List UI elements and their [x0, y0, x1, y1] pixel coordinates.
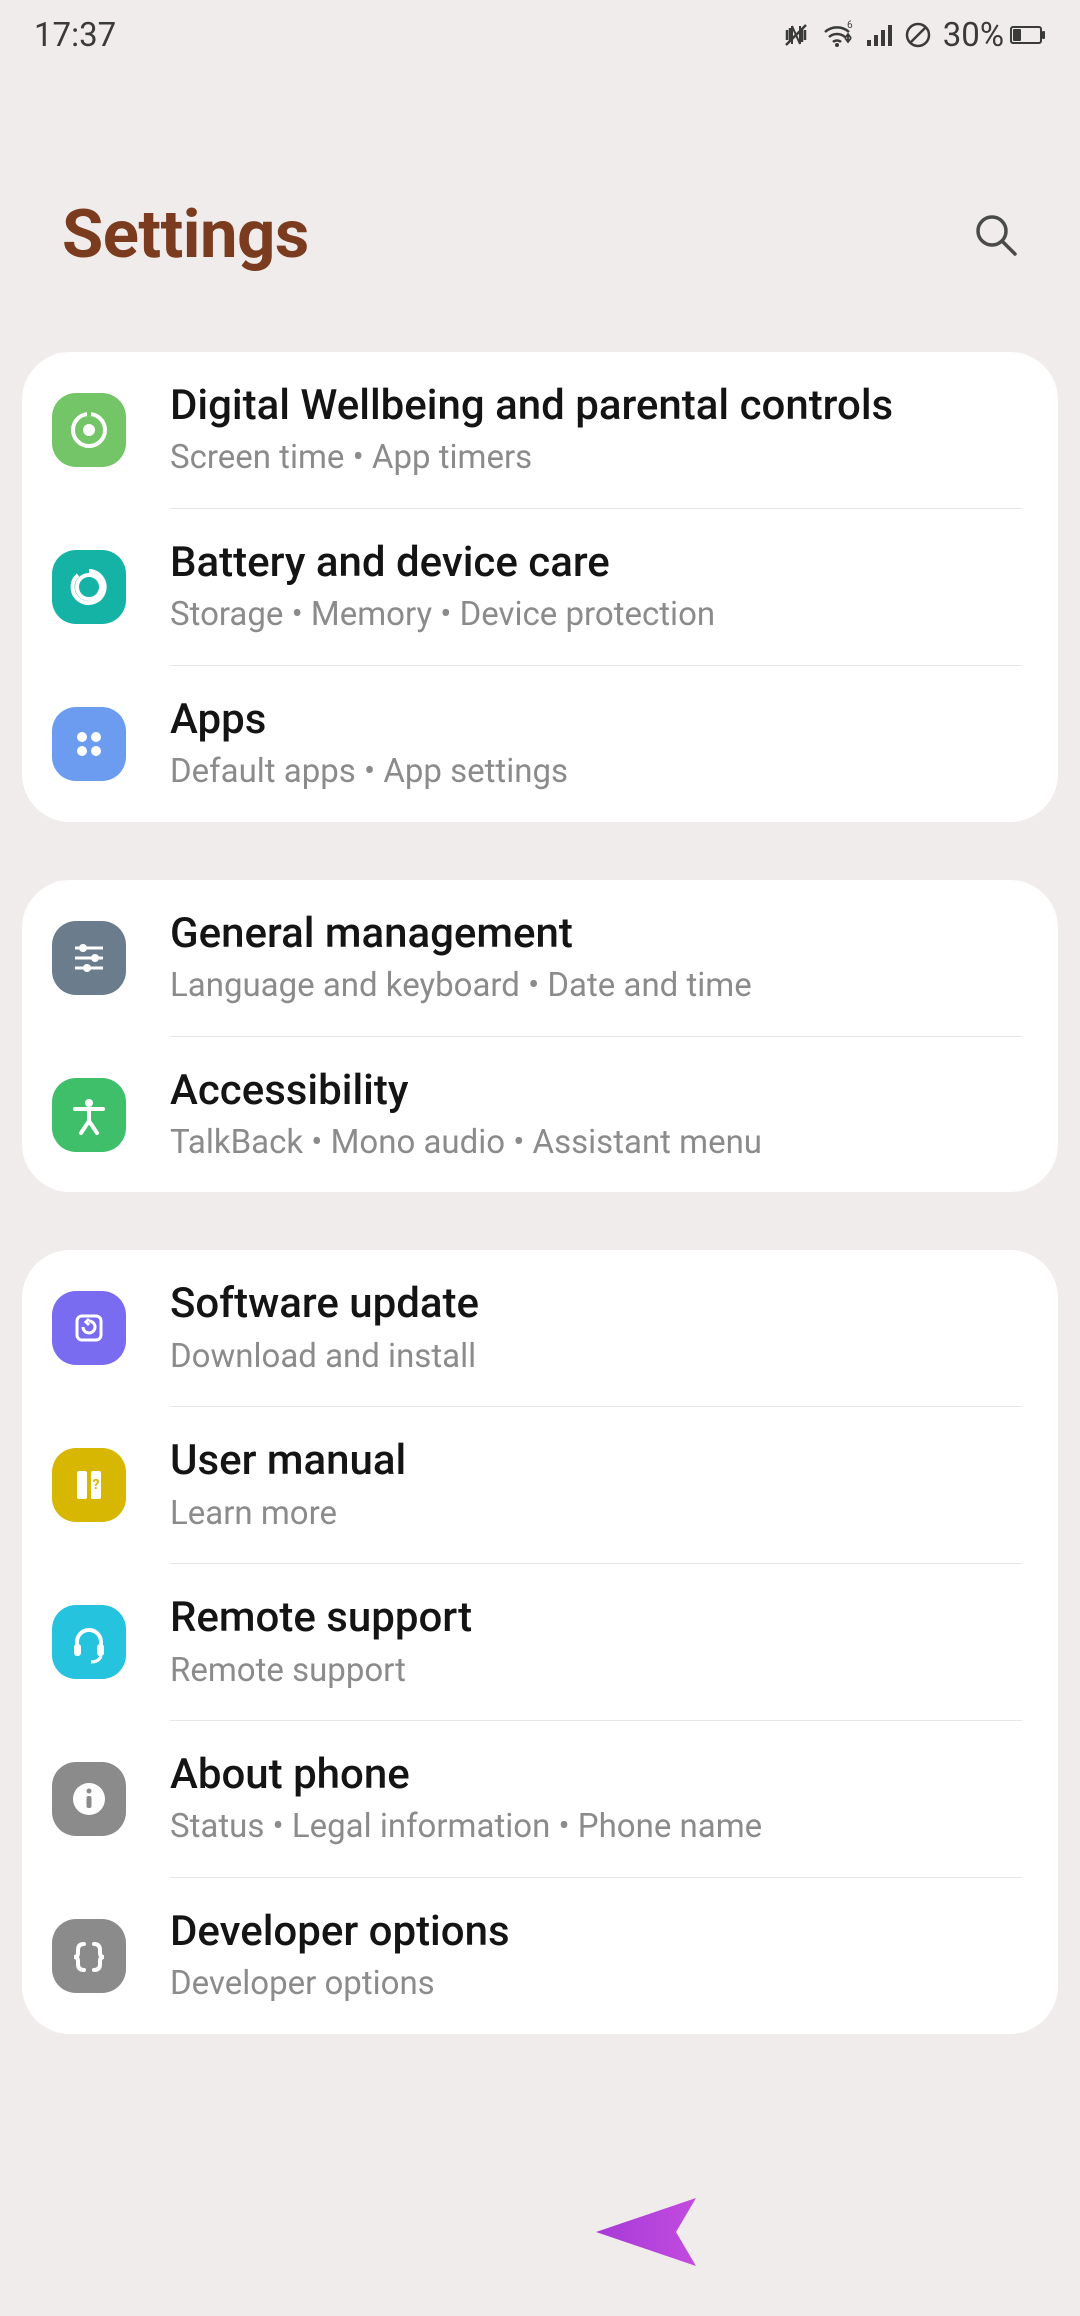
- battery-icon: [1010, 26, 1042, 44]
- search-button[interactable]: [968, 207, 1024, 263]
- settings-item-text: About phone Status • Legal information • …: [170, 1751, 1022, 1847]
- battery-indicator: 30%: [943, 16, 1042, 55]
- battery-care-icon: [52, 550, 126, 624]
- settings-item-subtitle: Download and install: [170, 1337, 1022, 1377]
- svg-text:?: ?: [93, 1477, 100, 1493]
- svg-text:6: 6: [847, 20, 853, 31]
- settings-item-title: General management: [170, 910, 1022, 958]
- apps-icon: [52, 707, 126, 781]
- settings-item-general-management[interactable]: General management Language and keyboard …: [22, 880, 1058, 1036]
- settings-item-title: Remote support: [170, 1594, 1022, 1642]
- settings-item-text: Battery and device care Storage • Memory …: [170, 539, 1022, 635]
- update-icon: [52, 1291, 126, 1365]
- braces-icon: [52, 1919, 126, 1993]
- settings-item-title: Digital Wellbeing and parental controls: [170, 382, 1022, 430]
- settings-item-subtitle: Default apps • App settings: [170, 752, 1022, 792]
- page-title: Settings: [62, 196, 309, 274]
- dnd-icon: [903, 20, 933, 50]
- status-right: 6 30%: [781, 16, 1042, 55]
- settings-item-subtitle: Language and keyboard • Date and time: [170, 966, 1022, 1006]
- battery-percent: 30%: [943, 16, 1004, 55]
- sliders-icon: [52, 921, 126, 995]
- vibrate-icon: [781, 20, 811, 50]
- settings-item-title: Apps: [170, 696, 1022, 744]
- settings-group: General management Language and keyboard …: [22, 880, 1058, 1193]
- settings-item-subtitle: Screen time • App timers: [170, 438, 1022, 478]
- settings-group: Digital Wellbeing and parental controls S…: [22, 352, 1058, 822]
- settings-item-about-phone[interactable]: About phone Status • Legal information • …: [22, 1721, 1058, 1877]
- settings-item-developer-options[interactable]: Developer options Developer options: [22, 1878, 1058, 2034]
- info-icon: [52, 1762, 126, 1836]
- settings-item-text: General management Language and keyboard …: [170, 910, 1022, 1006]
- signal-icon: [863, 20, 893, 50]
- settings-item-text: User manual Learn more: [170, 1437, 1022, 1533]
- settings-item-text: Remote support Remote support: [170, 1594, 1022, 1690]
- settings-item-title: User manual: [170, 1437, 1022, 1485]
- settings-item-battery-care[interactable]: Battery and device care Storage • Memory …: [22, 509, 1058, 665]
- settings-item-text: Developer options Developer options: [170, 1908, 1022, 2004]
- search-icon: [971, 210, 1021, 260]
- wifi-icon: 6: [821, 20, 853, 50]
- settings-item-text: Digital Wellbeing and parental controls S…: [170, 382, 1022, 478]
- status-time: 17:37: [34, 16, 116, 55]
- settings-item-title: Software update: [170, 1280, 1022, 1328]
- accessibility-icon: [52, 1078, 126, 1152]
- settings-item-title: Accessibility: [170, 1067, 1022, 1115]
- settings-item-title: Battery and device care: [170, 539, 1022, 587]
- settings-item-subtitle: Status • Legal information • Phone name: [170, 1807, 1022, 1847]
- settings-item-subtitle: TalkBack • Mono audio • Assistant menu: [170, 1123, 1022, 1163]
- headset-icon: [52, 1605, 126, 1679]
- annotation-arrow: [596, 2192, 996, 2272]
- settings-group: Software update Download and install? User…: [22, 1250, 1058, 2033]
- settings-item-subtitle: Remote support: [170, 1651, 1022, 1691]
- settings-item-user-manual[interactable]: ? User manual Learn more: [22, 1407, 1058, 1563]
- status-bar: 17:37 6 30%: [0, 0, 1080, 70]
- settings-item-text: Accessibility TalkBack • Mono audio • Ass…: [170, 1067, 1022, 1163]
- manual-icon: ?: [52, 1448, 126, 1522]
- settings-item-text: Software update Download and install: [170, 1280, 1022, 1376]
- settings-item-digital-wellbeing[interactable]: Digital Wellbeing and parental controls S…: [22, 352, 1058, 508]
- settings-item-apps[interactable]: Apps Default apps • App settings: [22, 666, 1058, 822]
- settings-item-remote-support[interactable]: Remote support Remote support: [22, 1564, 1058, 1720]
- settings-item-text: Apps Default apps • App settings: [170, 696, 1022, 792]
- settings-item-subtitle: Developer options: [170, 1964, 1022, 2004]
- settings-item-accessibility[interactable]: Accessibility TalkBack • Mono audio • Ass…: [22, 1037, 1058, 1193]
- settings-header: Settings: [0, 70, 1080, 352]
- settings-item-subtitle: Storage • Memory • Device protection: [170, 595, 1022, 635]
- settings-item-title: Developer options: [170, 1908, 1022, 1956]
- settings-item-title: About phone: [170, 1751, 1022, 1799]
- settings-item-software-update[interactable]: Software update Download and install: [22, 1250, 1058, 1406]
- settings-item-subtitle: Learn more: [170, 1494, 1022, 1534]
- wellbeing-icon: [52, 393, 126, 467]
